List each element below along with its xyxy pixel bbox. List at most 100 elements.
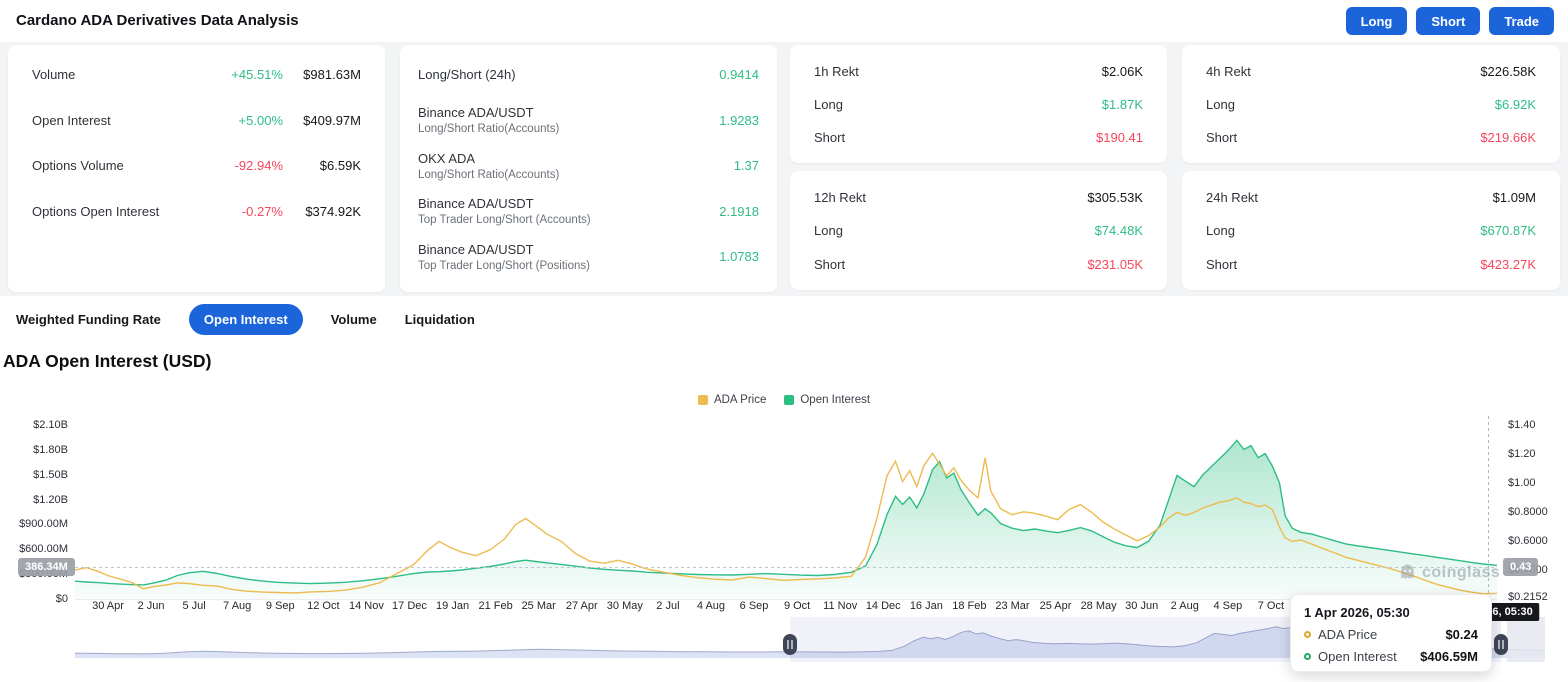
legend-item-ada-price[interactable]: ADA Price [698, 394, 766, 406]
x-axis-tick: 7 Oct [1239, 600, 1303, 612]
rekt-long-label: Long [1206, 97, 1235, 112]
tab-weighted-funding-rate[interactable]: Weighted Funding Rate [16, 312, 161, 327]
rekt-long-value: $74.48K [1095, 223, 1143, 238]
rekt-short-row: Short$423.27K [1206, 248, 1536, 280]
page-title: Cardano ADA Derivatives Data Analysis [16, 12, 299, 29]
chart-legend: ADA Price Open Interest [0, 394, 1568, 406]
ratio-value: 1.9283 [719, 113, 759, 128]
ratio-title: Long/Short (24h) [418, 67, 719, 82]
rekt-long-label: Long [814, 97, 843, 112]
rekt-title-row: 24h Rekt$1.09M [1206, 181, 1536, 213]
stat-percent: +45.51% [191, 67, 283, 82]
trade-button[interactable]: Trade [1489, 7, 1554, 35]
rekt-title: 4h Rekt [1206, 64, 1251, 79]
stat-value: $374.92K [283, 204, 361, 219]
left-axis-tick: $900.00M [2, 518, 68, 530]
right-axis-tick: $1.40 [1508, 419, 1536, 431]
right-axis-tick: $1.20 [1508, 448, 1536, 460]
tooltip-series-value: $406.59M [1420, 649, 1478, 664]
left-axis-tick: $1.80B [2, 444, 68, 456]
tooltip-series-value: $0.24 [1445, 627, 1478, 642]
rekt-title-row: 1h Rekt$2.06K [814, 55, 1143, 87]
x-axis-tick: 27 Apr [550, 600, 614, 612]
navigator-selected-range[interactable] [790, 617, 1501, 662]
x-axis-tick: 14 Nov [334, 600, 398, 612]
rekt-total: $226.58K [1480, 64, 1536, 79]
header-buttons: Long Short Trade [1346, 7, 1554, 35]
rekt-long-row: Long$1.87K [814, 88, 1143, 120]
legend-swatch [784, 395, 794, 405]
ratio-text: Binance ADA/USDTLong/Short Ratio(Account… [418, 105, 719, 135]
ratio-value: 2.1918 [719, 204, 759, 219]
x-axis-tick: 21 Feb [464, 600, 528, 612]
x-axis-tick: 9 Oct [765, 600, 829, 612]
rekt-card-4h: 4h Rekt$226.58KLong$6.92KShort$219.66K [1182, 45, 1560, 163]
tooltip-series-label: ADA Price [1318, 627, 1445, 642]
x-axis-tick: 30 Apr [76, 600, 140, 612]
left-axis-tick: $600.00M [2, 543, 68, 555]
ratio-title: Binance ADA/USDT [418, 196, 719, 211]
left-axis-tick: $1.50B [2, 469, 68, 481]
x-axis-tick: 11 Nov [808, 600, 872, 612]
rekt-long-value: $6.92K [1495, 97, 1536, 112]
x-axis-tick: 14 Dec [851, 600, 915, 612]
stats-row: Options Open Interest-0.27%$374.92K [32, 189, 361, 235]
open-interest-line [75, 440, 1497, 585]
short-button[interactable]: Short [1416, 7, 1480, 35]
chart-tabs: Weighted Funding Rate Open Interest Volume… [16, 302, 475, 336]
long-short-ratio-card: Long/Short (24h)0.9414Binance ADA/USDTLo… [400, 45, 777, 292]
left-axis-tick: $1.20B [2, 494, 68, 506]
x-axis-tick: 2 Jul [636, 600, 700, 612]
stat-label: Open Interest [32, 113, 191, 128]
legend-swatch [698, 395, 708, 405]
rekt-total: $1.09M [1493, 190, 1536, 205]
series-dot-icon [1304, 653, 1311, 660]
rekt-short-value: $231.05K [1087, 257, 1143, 272]
rekt-title: 12h Rekt [814, 190, 866, 205]
stats-row: Volume+45.51%$981.63M [32, 52, 361, 98]
x-axis-tick: 30 May [593, 600, 657, 612]
x-axis-tick: 28 May [1067, 600, 1131, 612]
rekt-card-1h: 1h Rekt$2.06KLong$1.87KShort$190.41 [790, 45, 1167, 163]
stat-label: Options Open Interest [32, 204, 191, 219]
rekt-title: 1h Rekt [814, 64, 859, 79]
rekt-card-24h: 24h Rekt$1.09MLong$670.87KShort$423.27K [1182, 171, 1560, 290]
x-axis-tick: 7 Aug [205, 600, 269, 612]
left-axis-tick: $2.10B [2, 419, 68, 431]
chart-title: ADA Open Interest (USD) [3, 351, 211, 372]
tab-open-interest[interactable]: Open Interest [189, 304, 303, 335]
tooltip-rows: ADA Price$0.24Open Interest$406.59M [1304, 627, 1478, 664]
navigator-right-handle[interactable] [1494, 634, 1508, 655]
stats-row: Open Interest+5.00%$409.97M [32, 98, 361, 144]
navigator-area [75, 627, 1545, 658]
ratio-title: Binance ADA/USDT [418, 105, 719, 120]
watermark-text: coinglass [1422, 564, 1500, 582]
tab-volume[interactable]: Volume [331, 312, 377, 327]
right-axis-tick: $0.8000 [1508, 506, 1548, 518]
rekt-short-label: Short [814, 257, 845, 272]
ratio-subtitle: Long/Short Ratio(Accounts) [418, 169, 734, 181]
rekt-long-row: Long $6.92K [1206, 88, 1536, 120]
right-axis-tick: $0.4000 [1508, 564, 1548, 576]
navigator-left-handle[interactable] [783, 634, 797, 655]
x-axis-tick: 18 Feb [937, 600, 1001, 612]
ratio-subtitle: Top Trader Long/Short (Accounts) [418, 214, 719, 226]
stat-value: $6.59K [283, 158, 361, 173]
rekt-short-label: Short [814, 130, 845, 145]
rekt-short-value: $219.66K [1480, 130, 1536, 145]
tab-liquidation[interactable]: Liquidation [405, 312, 475, 327]
rekt-long-label: Long [814, 223, 843, 238]
x-axis-tick: 30 Jun [1110, 600, 1174, 612]
ada-price-line [75, 453, 1497, 593]
x-axis-tick: 16 Jan [894, 600, 958, 612]
stat-percent: +5.00% [191, 113, 283, 128]
tooltip-row: ADA Price$0.24 [1304, 627, 1478, 642]
ratio-title: Binance ADA/USDT [418, 242, 719, 257]
legend-item-open-interest[interactable]: Open Interest [784, 394, 870, 406]
coinglass-ghost-icon [1398, 563, 1417, 582]
x-axis-tick: 25 Apr [1024, 600, 1088, 612]
long-button[interactable]: Long [1346, 7, 1408, 35]
rekt-total: $305.53K [1087, 190, 1143, 205]
right-axis-tick: $1.00 [1508, 477, 1536, 489]
stat-label: Volume [32, 67, 191, 82]
